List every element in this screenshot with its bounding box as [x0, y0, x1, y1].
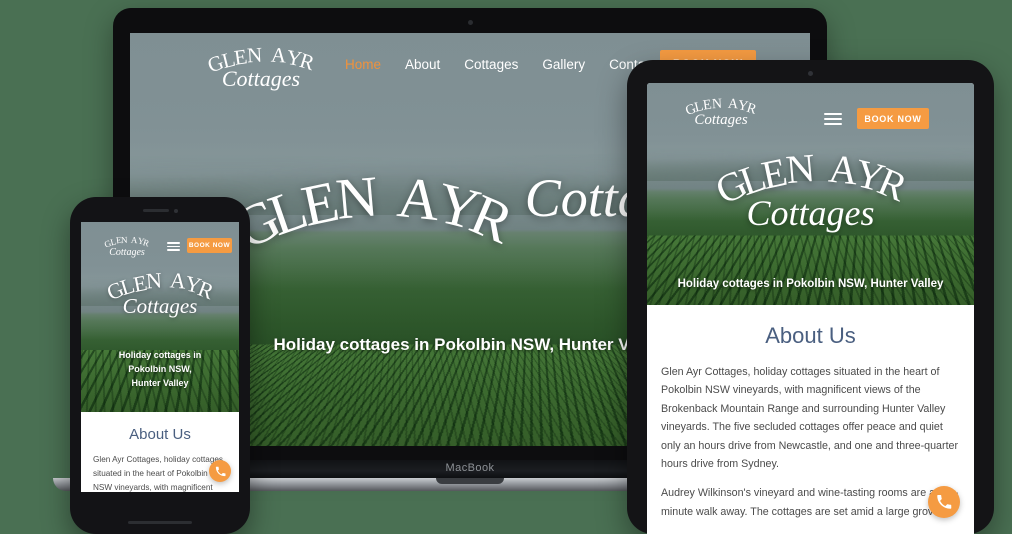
- phone-hero-headline: GLEN AYR Cottages: [81, 267, 239, 319]
- logo-arch-text: GLEN AYR: [663, 95, 779, 119]
- phone-about-section: About Us Glen Ayr Cottages, holiday cott…: [81, 412, 239, 492]
- phone-home-indicator: [128, 521, 192, 524]
- hamburger-bar: [167, 249, 180, 251]
- hamburger-bar: [167, 245, 180, 248]
- tablet-camera-icon: [808, 71, 813, 76]
- logo-letter: N: [246, 42, 264, 68]
- nav-item-home[interactable]: Home: [345, 57, 381, 72]
- responsive-mockup-scene: GLEN AYR Cottages Home About Cottages Gal…: [0, 0, 1012, 534]
- laptop-webcam-icon: [467, 20, 473, 25]
- laptop-nav-menu: Home About Cottages Gallery Contact: [345, 57, 656, 72]
- tablet-about-section: About Us Glen Ayr Cottages, holiday cott…: [647, 305, 974, 534]
- logo-arch-text: GLEN AYR: [176, 42, 346, 77]
- logo-letter: R: [142, 237, 152, 249]
- hamburger-menu-icon[interactable]: [824, 113, 842, 125]
- hero-arch-text: GLEN AYR: [223, 163, 525, 262]
- phone-device-mockup: GLEN AYR Cottages BOOK NOW GLEN AYR Cott…: [70, 197, 250, 534]
- call-float-button[interactable]: [209, 460, 231, 482]
- about-heading: About Us: [765, 323, 856, 348]
- nav-item-gallery[interactable]: Gallery: [542, 57, 585, 72]
- about-paragraph: Glen Ayr Cottages, holiday cottages situ…: [93, 455, 224, 492]
- tagline-line: Pokolbin NSW,: [128, 363, 192, 374]
- phone-icon: [937, 495, 952, 509]
- tablet-hero-section: GLEN AYR Cottages BOOK NOW GLEN AYR Cott…: [647, 83, 974, 305]
- phone-front-camera-icon: [174, 208, 178, 213]
- call-float-button[interactable]: [928, 486, 960, 518]
- tablet-body: GLEN AYR Cottages BOOK NOW GLEN AYR Cott…: [627, 60, 994, 534]
- phone-icon: [215, 466, 225, 476]
- site-logo[interactable]: GLEN AYR Cottages: [91, 230, 163, 258]
- laptop-notch-dent: [436, 478, 504, 484]
- hamburger-bar: [824, 113, 842, 115]
- phone-hero-tagline: Holiday cottages in Pokolbin NSW, Hunter…: [93, 349, 227, 391]
- tagline-line: Holiday cottages in: [118, 350, 202, 360]
- hero-letter: N: [333, 163, 381, 232]
- hero-arch-text: GLEN AYR: [708, 145, 914, 213]
- logo-arch-text: GLEN AYR: [91, 230, 163, 250]
- about-paragraph: Glen Ayr Cottages, holiday cottages situ…: [661, 366, 959, 471]
- hamburger-bar: [824, 123, 842, 125]
- phone-body: GLEN AYR Cottages BOOK NOW GLEN AYR Cott…: [70, 197, 250, 534]
- book-now-button[interactable]: BOOK NOW: [187, 238, 232, 253]
- tablet-screen: GLEN AYR Cottages BOOK NOW GLEN AYR Cott…: [647, 83, 974, 534]
- hamburger-bar: [167, 242, 180, 244]
- tablet-hero-headline: GLEN AYR Cottages: [647, 145, 974, 234]
- phone-screen: GLEN AYR Cottages BOOK NOW GLEN AYR Cott…: [81, 222, 239, 492]
- tagline-line: Hunter Valley: [131, 377, 189, 388]
- logo-script-text: Cottages: [109, 247, 145, 258]
- logo-letter: N: [711, 96, 723, 113]
- vineyard-rows-decoration: [647, 235, 974, 305]
- hero-letter: N: [783, 144, 817, 193]
- tablet-hero-tagline: Holiday cottages in Pokolbin NSW, Hunter…: [677, 278, 944, 290]
- logo-script-text: Cottages: [221, 66, 301, 91]
- logo-letter: N: [121, 234, 129, 246]
- about-body: Glen Ayr Cottages, holiday cottages situ…: [661, 363, 960, 521]
- hero-arch-text: GLEN AYR: [103, 267, 217, 305]
- about-body: Glen Ayr Cottages, holiday cottages situ…: [93, 453, 227, 492]
- book-now-button[interactable]: BOOK NOW: [857, 108, 929, 129]
- hero-letter: N: [145, 267, 163, 294]
- nav-item-about[interactable]: About: [405, 57, 440, 72]
- site-logo[interactable]: GLEN AYR Cottages: [663, 95, 779, 129]
- tablet-device-mockup: GLEN AYR Cottages BOOK NOW GLEN AYR Cott…: [627, 60, 994, 534]
- logo-script-text: Cottages: [694, 112, 748, 128]
- phone-hero-section: GLEN AYR Cottages BOOK NOW GLEN AYR Cott…: [81, 222, 239, 412]
- nav-item-cottages[interactable]: Cottages: [464, 57, 518, 72]
- phone-speaker-grille: [143, 209, 169, 212]
- about-paragraph: Audrey Wilkinson's vineyard and wine-tas…: [661, 487, 959, 518]
- site-logo[interactable]: GLEN AYR Cottages: [176, 42, 346, 92]
- about-heading: About Us: [129, 426, 191, 443]
- hamburger-menu-icon[interactable]: [167, 242, 180, 251]
- hamburger-bar: [824, 118, 842, 120]
